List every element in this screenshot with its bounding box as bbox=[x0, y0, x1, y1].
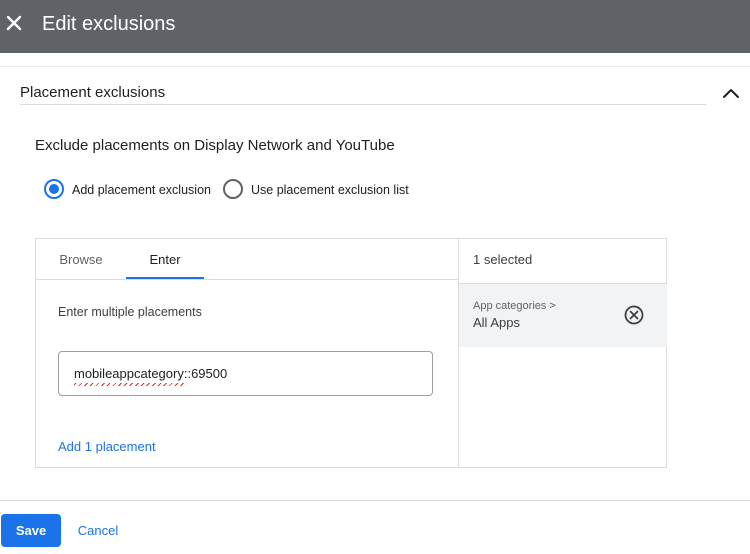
enter-placements-label: Enter multiple placements bbox=[58, 305, 202, 319]
exclusion-subtitle: Exclude placements on Display Network an… bbox=[35, 137, 395, 154]
cancel-button[interactable]: Cancel bbox=[68, 514, 128, 547]
selected-item: App categories > All Apps bbox=[459, 284, 667, 347]
dialog-title: Edit exclusions bbox=[42, 13, 176, 35]
close-icon bbox=[6, 15, 22, 31]
radio-add-placement-exclusion[interactable] bbox=[44, 179, 64, 199]
placement-entry-pane: Browse Enter Enter multiple placements m… bbox=[36, 239, 458, 467]
chevron-up-icon bbox=[723, 89, 739, 98]
selected-pane: 1 selected App categories > All Apps bbox=[458, 239, 667, 467]
spellcheck-underline bbox=[74, 383, 186, 386]
collapse-section-button[interactable] bbox=[720, 82, 742, 104]
add-placement-link[interactable]: Add 1 placement bbox=[58, 439, 156, 455]
selected-item-category: App categories > bbox=[473, 300, 556, 312]
tab-enter[interactable]: Enter bbox=[126, 239, 204, 280]
selected-item-name: All Apps bbox=[473, 315, 520, 330]
placements-input[interactable]: mobileappcategory::69500 bbox=[58, 351, 433, 396]
footer-divider bbox=[0, 500, 750, 501]
active-tab-indicator bbox=[126, 277, 204, 279]
divider bbox=[0, 66, 750, 67]
save-button[interactable]: Save bbox=[1, 514, 61, 547]
section-divider bbox=[20, 104, 706, 105]
radio-use-placement-exclusion-list[interactable] bbox=[223, 179, 243, 199]
placement-panel: Browse Enter Enter multiple placements m… bbox=[35, 238, 667, 468]
radio-label-use-placement-exclusion-list[interactable]: Use placement exclusion list bbox=[251, 182, 409, 198]
remove-selected-item-button[interactable] bbox=[623, 304, 645, 326]
tab-browse[interactable]: Browse bbox=[36, 239, 126, 280]
remove-circle-icon bbox=[624, 305, 644, 325]
close-button[interactable] bbox=[3, 12, 25, 34]
placement-tabs: Browse Enter bbox=[36, 239, 458, 280]
placements-input-value: mobileappcategory::69500 bbox=[74, 366, 228, 381]
radio-label-add-placement-exclusion[interactable]: Add placement exclusion bbox=[72, 182, 211, 198]
dialog-header: Edit exclusions bbox=[0, 0, 750, 53]
section-title: Placement exclusions bbox=[20, 84, 166, 101]
selected-count: 1 selected bbox=[473, 252, 533, 267]
